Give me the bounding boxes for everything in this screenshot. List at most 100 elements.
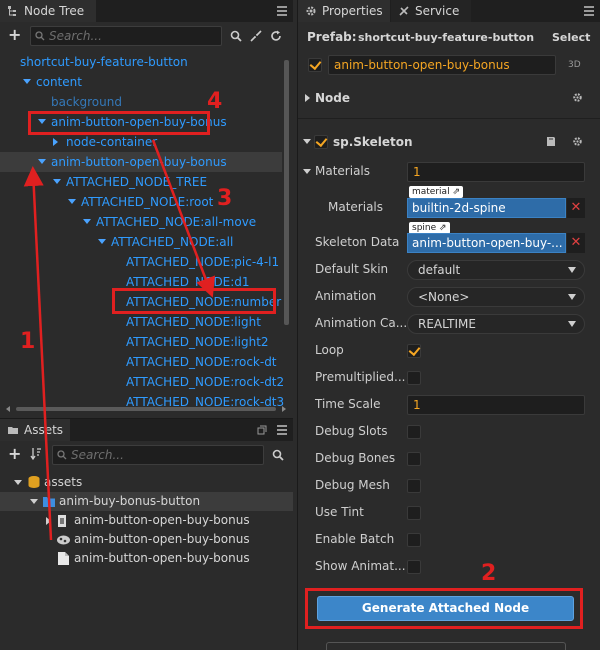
component-enabled-checkbox[interactable] <box>314 135 328 149</box>
tree-icon <box>8 6 16 16</box>
properties-menu-icon[interactable] <box>584 6 594 16</box>
node-tree-vertical-scrollbar[interactable] <box>284 60 289 325</box>
tree-node-background[interactable]: background <box>51 92 122 112</box>
folder-icon <box>8 427 18 434</box>
animation-cache-select[interactable]: REALTIME <box>407 314 585 334</box>
file-icon <box>58 552 69 565</box>
tree-node-content[interactable]: content <box>23 72 223 92</box>
expand-arrow-icon[interactable] <box>30 499 38 504</box>
asset-row-assets[interactable]: assets <box>14 473 274 492</box>
left-column: Node Tree + Search... shortcut-buy-featu… <box>0 0 293 650</box>
tree-node-rock-dt2[interactable]: ATTACHED_NODE:rock-dt2 <box>126 372 284 392</box>
tree-node-attached-all-move[interactable]: ATTACHED_NODE:all-move <box>83 212 283 232</box>
folder-icon <box>43 497 55 507</box>
loop-row: Loop <box>298 337 600 364</box>
tree-node-d1[interactable]: ATTACHED_NODE:d1 <box>126 272 250 292</box>
use-tint-checkbox[interactable] <box>407 506 421 520</box>
assets-menu-icon[interactable] <box>277 425 287 435</box>
database-icon <box>28 476 40 488</box>
find-icon[interactable] <box>230 30 242 42</box>
expand-arrow-icon[interactable] <box>38 159 46 164</box>
book-icon[interactable] <box>545 136 557 147</box>
expand-arrow-icon[interactable] <box>303 169 311 174</box>
properties-panel: Properties Service Prefab: shortcut-buy-… <box>297 0 600 650</box>
expand-arrow-icon[interactable] <box>98 239 106 244</box>
search-icon <box>57 450 67 460</box>
3d-toggle[interactable]: 3D <box>568 60 581 70</box>
animation-select[interactable]: <None> <box>407 287 585 307</box>
tree-node-attached-root[interactable]: ATTACHED_NODE:root <box>68 192 268 212</box>
tree-node-attached-tree[interactable]: ATTACHED_NODE_TREE <box>53 172 253 192</box>
clear-material-icon[interactable]: ✕ <box>567 198 585 218</box>
clear-skeleton-data-icon[interactable]: ✕ <box>567 233 585 253</box>
node-tree: shortcut-buy-feature-button content back… <box>0 50 293 410</box>
find-icon[interactable] <box>272 449 284 461</box>
debug-slots-checkbox[interactable] <box>407 425 421 439</box>
tree-node-number[interactable]: ATTACHED_NODE:number <box>126 292 281 312</box>
materials-count-input[interactable]: 1 <box>407 162 585 182</box>
tab-node-tree[interactable]: Node Tree <box>0 0 96 22</box>
gear-icon[interactable] <box>572 136 583 147</box>
prefab-select-button[interactable]: Select <box>552 24 590 51</box>
collapse-icon[interactable] <box>250 30 262 42</box>
debug-bones-checkbox[interactable] <box>407 452 421 466</box>
tree-node-anim-button-1[interactable]: anim-button-open-buy-bonus <box>38 112 268 132</box>
tree-node-anim-button-selected[interactable]: anim-button-open-buy-bonus <box>0 152 282 172</box>
loop-checkbox[interactable] <box>407 344 421 358</box>
node-tree-toolbar: + Search... <box>0 22 293 50</box>
asset-row-texture[interactable]: anim-button-open-buy-bonus <box>56 549 296 568</box>
tree-node-pic-4-l1[interactable]: ATTACHED_NODE:pic-4-l1 <box>126 252 279 272</box>
time-scale-input[interactable]: 1 <box>407 395 585 415</box>
maximize-icon[interactable] <box>257 425 267 435</box>
add-node-icon[interactable]: + <box>8 26 21 44</box>
tab-properties[interactable]: Properties <box>298 0 390 22</box>
sort-icon[interactable] <box>30 447 42 460</box>
node-tree-search-input[interactable]: Search... <box>30 26 222 46</box>
expand-arrow-icon[interactable] <box>53 179 61 184</box>
refresh-icon[interactable] <box>270 30 282 42</box>
animation-cache-row: Animation Ca... REALTIME <box>298 310 600 337</box>
materials-row: Materials builtin-2d-spine ✕ <box>298 194 600 221</box>
next-button-partial[interactable] <box>326 642 566 650</box>
assets-search-input[interactable]: Search... <box>52 445 264 465</box>
default-skin-select[interactable]: default <box>407 260 585 280</box>
collapse-arrow-icon[interactable] <box>53 138 58 146</box>
node-active-checkbox[interactable] <box>308 58 322 72</box>
add-asset-icon[interactable]: + <box>8 445 21 463</box>
tree-node-light[interactable]: ATTACHED_NODE:light <box>126 312 261 332</box>
generate-attached-node-button[interactable]: Generate Attached Node <box>317 596 574 621</box>
node-tree-menu-icon[interactable] <box>277 6 287 16</box>
premultiplied-checkbox[interactable] <box>407 371 421 385</box>
expand-arrow-icon[interactable] <box>38 119 46 124</box>
node-tree-horizontal-scrollbar[interactable] <box>4 405 288 413</box>
material-asset-field[interactable]: builtin-2d-spine <box>407 198 566 218</box>
show-animation-checkbox[interactable] <box>407 560 421 574</box>
gear-icon[interactable] <box>572 92 583 103</box>
expand-arrow-icon[interactable] <box>14 480 22 485</box>
show-animation-row: Show Animat... <box>298 553 600 580</box>
tree-node-attached-all[interactable]: ATTACHED_NODE:all <box>98 232 278 252</box>
tree-node-node-container[interactable]: node-container <box>53 132 253 152</box>
tab-assets[interactable]: Assets <box>0 419 70 441</box>
asset-row-spine[interactable]: anim-button-open-buy-bonus <box>46 511 286 530</box>
skeleton-data-field[interactable]: anim-button-open-buy-... <box>407 233 566 253</box>
collapse-arrow-icon[interactable] <box>46 517 51 525</box>
tab-service[interactable]: Service <box>391 0 471 22</box>
skeleton-section-header[interactable]: sp.Skeleton <box>298 130 600 154</box>
tree-node-light2[interactable]: ATTACHED_NODE:light2 <box>126 332 269 352</box>
expand-arrow-icon[interactable] <box>68 199 76 204</box>
expand-arrow-icon[interactable] <box>83 219 91 224</box>
tree-node-root[interactable]: shortcut-buy-feature-button <box>20 52 188 72</box>
chevron-down-icon <box>568 321 576 327</box>
use-tint-row: Use Tint <box>298 499 600 526</box>
node-section-header[interactable]: Node <box>298 86 600 110</box>
enable-batch-checkbox[interactable] <box>407 533 421 547</box>
asset-row-atlas[interactable]: anim-button-open-buy-bonus <box>56 530 296 549</box>
node-name-input[interactable]: anim-button-open-buy-bonus <box>328 55 556 75</box>
expand-arrow-icon[interactable] <box>23 79 31 84</box>
atlas-icon <box>57 535 70 545</box>
debug-mesh-checkbox[interactable] <box>407 479 421 493</box>
collapse-arrow-icon <box>305 94 310 102</box>
tree-node-rock-dt[interactable]: ATTACHED_NODE:rock-dt <box>126 352 277 372</box>
asset-row-folder[interactable]: anim-buy-bonus-button <box>0 492 293 511</box>
